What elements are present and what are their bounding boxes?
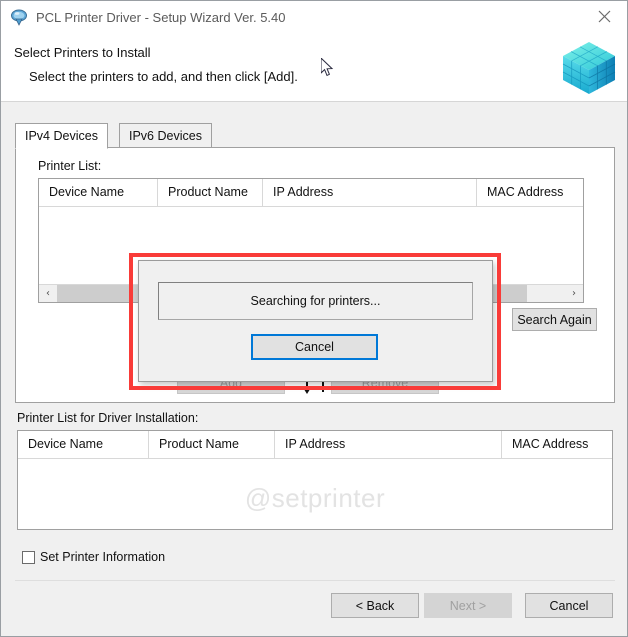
scroll-right-icon[interactable]: ›	[565, 285, 583, 302]
back-button[interactable]: < Back	[331, 593, 419, 618]
searching-dialog: Searching for printers... Cancel	[138, 260, 493, 382]
next-label: Next >	[449, 598, 487, 613]
wizard-header: Select Printers to Install Select the pr…	[1, 33, 627, 102]
search-again-label: Search Again	[517, 312, 592, 327]
install-column-device-name[interactable]: Device Name	[18, 431, 149, 458]
close-icon	[598, 10, 610, 23]
searching-message: Searching for printers...	[158, 282, 473, 320]
column-device-name[interactable]: Device Name	[39, 179, 158, 206]
watermark-text: @setprinter	[244, 483, 386, 513]
tab-ipv6-devices[interactable]: IPv6 Devices	[119, 123, 212, 148]
set-printer-information-checkbox[interactable]	[22, 550, 35, 564]
printer-list-label: Printer List:	[38, 159, 102, 173]
page-subtitle: Select the printers to add, and then cli…	[29, 69, 298, 84]
install-column-ip-address[interactable]: IP Address	[275, 431, 502, 458]
column-mac-address[interactable]: MAC Address	[477, 179, 583, 206]
tab-ipv4-label: IPv4 Devices	[25, 129, 98, 143]
set-printer-information-row[interactable]: Set Printer Information	[17, 550, 165, 564]
close-button[interactable]	[581, 1, 627, 32]
cancel-button[interactable]: Cancel	[525, 593, 613, 618]
device-tabs: IPv4 Devices IPv6 Devices	[15, 123, 615, 149]
printer-list-header: Device Name Product Name IP Address MAC …	[39, 179, 583, 207]
title-bar: PCL Printer Driver - Setup Wizard Ver. 5…	[1, 1, 627, 33]
install-list-label: Printer List for Driver Installation:	[17, 411, 199, 425]
tab-ipv4-devices[interactable]: IPv4 Devices	[15, 123, 108, 149]
window-title: PCL Printer Driver - Setup Wizard Ver. 5…	[36, 9, 286, 25]
install-column-product-name[interactable]: Product Name	[149, 431, 275, 458]
back-label: < Back	[355, 598, 395, 613]
tab-ipv6-label: IPv6 Devices	[129, 128, 202, 143]
modal-cancel-button[interactable]: Cancel	[251, 334, 378, 360]
modal-cancel-label: Cancel	[295, 340, 334, 354]
page-title: Select Printers to Install	[14, 45, 151, 60]
search-again-button[interactable]: Search Again	[512, 308, 597, 331]
install-column-mac-address[interactable]: MAC Address	[502, 431, 612, 458]
install-list-header: Device Name Product Name IP Address MAC …	[18, 431, 612, 459]
cube-stack-graphic	[555, 38, 619, 98]
set-printer-information-label: Set Printer Information	[40, 550, 166, 564]
column-product-name[interactable]: Product Name	[158, 179, 263, 206]
printer-driver-icon	[10, 8, 29, 27]
next-button: Next >	[424, 593, 512, 618]
scroll-left-icon[interactable]: ‹	[39, 285, 57, 302]
setup-wizard-window: PCL Printer Driver - Setup Wizard Ver. 5…	[0, 0, 628, 637]
cancel-label: Cancel	[549, 598, 589, 613]
install-list-table[interactable]: Device Name Product Name IP Address MAC …	[17, 430, 613, 530]
column-ip-address[interactable]: IP Address	[263, 179, 477, 206]
footer-divider	[15, 580, 615, 581]
